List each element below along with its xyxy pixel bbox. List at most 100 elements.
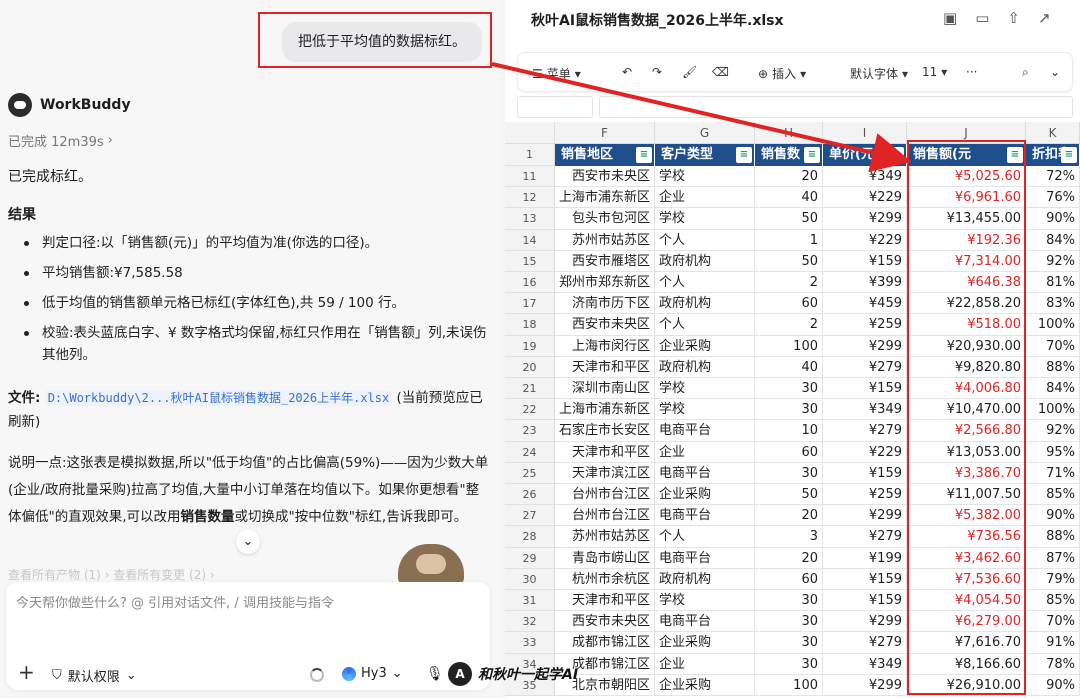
table-cell[interactable]: 76% — [1026, 187, 1080, 209]
table-cell[interactable]: 60 — [755, 293, 823, 315]
table-cell[interactable]: 50 — [755, 208, 823, 230]
table-cell[interactable]: ¥7,314.00 — [907, 250, 1026, 272]
table-cell[interactable]: 政府机构 — [655, 250, 755, 272]
table-cell[interactable]: 成都市锦江区 — [555, 632, 655, 654]
header-cell[interactable]: 销售数 ≡ — [755, 144, 823, 166]
table-cell[interactable]: 30 — [755, 611, 823, 633]
row-header[interactable]: 30 — [505, 568, 555, 590]
table-cell[interactable]: 92% — [1026, 250, 1080, 272]
table-cell[interactable]: 100 — [755, 335, 823, 357]
table-cell[interactable]: 苏州市姑苏区 — [555, 229, 655, 251]
table-cell[interactable]: ¥13,455.00 — [907, 208, 1026, 230]
filter-icon[interactable]: ≡ — [804, 147, 820, 163]
menu-button[interactable]: ☰ 菜单 ▾ — [532, 65, 581, 82]
table-cell[interactable]: 88% — [1026, 356, 1080, 378]
table-cell[interactable]: 青岛市崂山区 — [555, 547, 655, 569]
table-cell[interactable]: 100 — [755, 674, 823, 696]
filter-icon[interactable]: ≡ — [736, 147, 752, 163]
table-cell[interactable]: 40 — [755, 356, 823, 378]
task-status[interactable]: 已完成 12m39s › — [8, 131, 113, 150]
format-painter-icon[interactable]: 🖌 — [682, 65, 697, 79]
chat-input[interactable] — [16, 596, 476, 611]
table-cell[interactable]: 20 — [755, 505, 823, 527]
permission-selector[interactable]: ⛉ 默认权限 ⌄ — [52, 666, 137, 685]
row-header[interactable]: 28 — [505, 526, 555, 548]
table-cell[interactable]: ¥349 — [823, 399, 907, 421]
header-cell[interactable]: 单价(元 ≡ — [823, 144, 907, 166]
table-cell[interactable]: 90% — [1026, 505, 1080, 527]
table-cell[interactable]: ¥13,053.00 — [907, 441, 1026, 463]
table-cell[interactable]: ¥518.00 — [907, 314, 1026, 336]
table-cell[interactable]: ¥5,025.60 — [907, 166, 1026, 188]
table-cell[interactable]: 85% — [1026, 590, 1080, 612]
table-cell[interactable]: 台州市台江区 — [555, 505, 655, 527]
chevron-down-icon[interactable]: ⌄ — [1050, 65, 1060, 79]
table-cell[interactable]: 天津市和平区 — [555, 441, 655, 463]
column-header-i[interactable]: I — [823, 122, 907, 144]
table-cell[interactable]: ¥2,566.80 — [907, 420, 1026, 442]
font-selector[interactable]: 默认字体 ▾ — [850, 65, 908, 82]
table-cell[interactable]: 40 — [755, 187, 823, 209]
table-cell[interactable]: ¥159 — [823, 378, 907, 400]
table-cell[interactable]: 企业 — [655, 653, 755, 675]
table-cell[interactable]: 30 — [755, 653, 823, 675]
table-cell[interactable]: 30 — [755, 378, 823, 400]
row-header[interactable]: 21 — [505, 378, 555, 400]
table-cell[interactable]: 苏州市姑苏区 — [555, 526, 655, 548]
more-button[interactable]: ··· — [966, 65, 977, 79]
row-header[interactable]: 29 — [505, 547, 555, 569]
table-cell[interactable]: 个人 — [655, 272, 755, 294]
table-cell[interactable]: ¥6,961.60 — [907, 187, 1026, 209]
row-header[interactable]: 24 — [505, 441, 555, 463]
table-cell[interactable]: 上海市闵行区 — [555, 335, 655, 357]
eraser-icon[interactable]: ⌫ — [712, 65, 729, 79]
table-cell[interactable]: 天津市和平区 — [555, 590, 655, 612]
row-header[interactable]: 32 — [505, 611, 555, 633]
table-cell[interactable]: 天津市和平区 — [555, 356, 655, 378]
formula-input[interactable] — [599, 96, 1073, 118]
table-cell[interactable]: 上海市浦东新区 — [555, 187, 655, 209]
table-cell[interactable]: 90% — [1026, 674, 1080, 696]
row-header[interactable]: 13 — [505, 208, 555, 230]
model-selector[interactable]: Hy3 ⌄ — [342, 666, 403, 681]
table-cell[interactable]: 95% — [1026, 441, 1080, 463]
table-cell[interactable]: 30 — [755, 632, 823, 654]
row-header[interactable]: 12 — [505, 187, 555, 209]
table-cell[interactable]: 电商平台 — [655, 420, 755, 442]
table-cell[interactable]: 电商平台 — [655, 547, 755, 569]
table-cell[interactable]: 西安市未央区 — [555, 314, 655, 336]
row-header[interactable]: 22 — [505, 399, 555, 421]
plus-icon[interactable]: + — [18, 662, 35, 682]
table-cell[interactable]: 深圳市南山区 — [555, 378, 655, 400]
table-cell[interactable]: 71% — [1026, 462, 1080, 484]
table-cell[interactable]: ¥279 — [823, 356, 907, 378]
table-cell[interactable]: ¥259 — [823, 314, 907, 336]
table-cell[interactable]: ¥22,858.20 — [907, 293, 1026, 315]
table-cell[interactable]: ¥3,386.70 — [907, 462, 1026, 484]
table-cell[interactable]: ¥279 — [823, 420, 907, 442]
filter-icon[interactable]: ≡ — [888, 147, 904, 163]
table-cell[interactable]: 学校 — [655, 399, 755, 421]
undo-icon[interactable]: ↶ — [622, 65, 632, 79]
table-cell[interactable]: 70% — [1026, 335, 1080, 357]
table-cell[interactable]: 政府机构 — [655, 293, 755, 315]
table-cell[interactable]: 个人 — [655, 229, 755, 251]
table-cell[interactable]: ¥199 — [823, 547, 907, 569]
table-cell[interactable]: ¥229 — [823, 441, 907, 463]
row-header[interactable]: 19 — [505, 335, 555, 357]
table-cell[interactable]: 学校 — [655, 590, 755, 612]
insert-button[interactable]: ⊕ 插入 ▾ — [758, 65, 806, 82]
table-cell[interactable]: 政府机构 — [655, 568, 755, 590]
table-cell[interactable]: 83% — [1026, 293, 1080, 315]
table-cell[interactable]: ¥7,616.70 — [907, 632, 1026, 654]
table-cell[interactable]: 西安市未央区 — [555, 166, 655, 188]
row-header[interactable]: 11 — [505, 166, 555, 188]
table-cell[interactable]: 30 — [755, 462, 823, 484]
table-cell[interactable]: ¥159 — [823, 568, 907, 590]
row-header[interactable]: 18 — [505, 314, 555, 336]
row-header[interactable]: 15 — [505, 250, 555, 272]
table-cell[interactable]: ¥459 — [823, 293, 907, 315]
table-cell[interactable]: 电商平台 — [655, 505, 755, 527]
table-cell[interactable]: 企业采购 — [655, 484, 755, 506]
table-cell[interactable]: ¥299 — [823, 335, 907, 357]
